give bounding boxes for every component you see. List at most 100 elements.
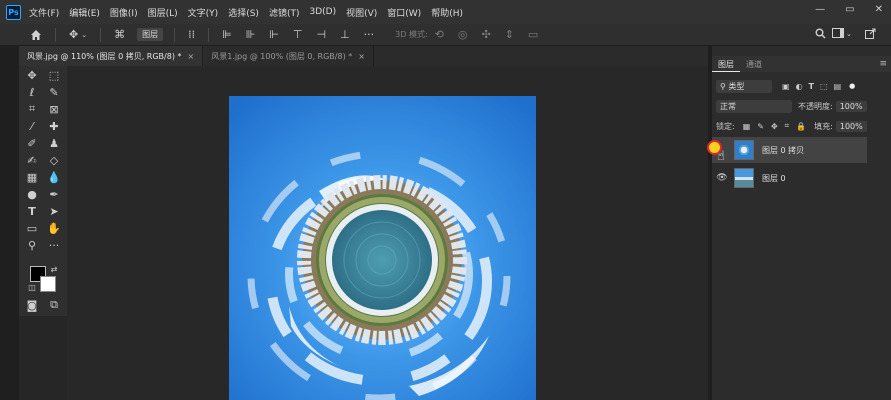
photoshop-logo: Ps [6,4,21,20]
document-canvas[interactable] [229,96,536,400]
search-icon[interactable] [815,28,826,39]
hand-tool-icon[interactable]: ✋ [46,221,62,235]
3d-camera-icon[interactable]: ▭ [528,28,538,41]
lock-position-icon[interactable]: ✥ [771,122,778,131]
align-bottom-icon[interactable]: ⊥ [340,28,350,41]
chevron-down-icon[interactable]: ⌄ [81,31,87,39]
gradient-tool-icon[interactable]: ▦ [24,170,40,184]
filter-shape-icon[interactable]: ⬚ [820,82,828,91]
eraser-tool-icon[interactable]: ◇ [46,153,62,167]
quick-mask-icon[interactable]: ◙ [24,298,40,312]
menu-edit[interactable]: 编辑(E) [69,6,100,19]
crop-tool-icon[interactable]: ⌗ [24,102,40,116]
workspace-icon[interactable] [832,28,844,38]
lock-image-icon[interactable]: ✎ [757,122,764,131]
healing-brush-tool-icon[interactable]: ✚ [46,119,62,133]
layer-row[interactable]: 👁 图层 0 [712,165,867,191]
filter-smart-object-icon[interactable]: ▤ [834,82,842,91]
menu-type[interactable]: 文字(Y) [188,6,219,19]
align-right-icon[interactable]: ⊩ [269,28,279,41]
menu-help[interactable]: 帮助(H) [431,6,463,19]
lock-transparent-icon[interactable]: ▦ [743,122,751,131]
stamp-tool-icon[interactable]: ♟ [46,136,62,150]
menu-view[interactable]: 视图(V) [346,6,377,19]
path-select-tool-icon[interactable]: ➤ [46,204,62,218]
tab-document-1[interactable]: 风景.jpg @ 110% (图层 0 拷贝, RGB/8) * × [19,46,204,66]
more-tools-icon[interactable]: ··· [46,238,62,252]
tab-layers[interactable]: 图层 [712,56,740,72]
align-center-icon[interactable]: ⊪ [246,28,256,41]
menu-layer[interactable]: 图层(L) [148,6,178,19]
swap-colors-icon[interactable]: ⇄ [46,262,62,276]
home-icon[interactable] [30,29,42,41]
close-icon[interactable]: × [188,52,195,61]
filter-adjustment-icon[interactable]: ◐ [796,82,803,91]
close-window-button[interactable]: ✕ [875,4,883,15]
dodge-tool-icon[interactable]: ● [24,187,40,201]
screen-mode-icon[interactable]: ⧉ [46,298,62,312]
quick-select-tool-icon[interactable]: ✎ [46,85,62,99]
share-icon[interactable] [865,28,876,39]
maximize-button[interactable]: ▭ [845,4,854,15]
rectangle-tool-icon[interactable]: ▭ [24,221,40,235]
separator [208,27,210,42]
menu-filter[interactable]: 滤镜(T) [269,6,300,19]
layer-thumbnail [734,168,754,188]
lock-artboard-icon[interactable]: ⌗ [785,121,790,131]
lock-all-icon[interactable]: 🔒 [796,122,806,131]
document-tab-bar: 风景.jpg @ 110% (图层 0 拷贝, RGB/8) * × 风景1.j… [19,46,708,66]
layer-row[interactable]: 图层 0 拷贝 [712,137,867,163]
move-tool-icon[interactable]: ✥ [24,68,40,82]
move-tool-icon[interactable]: ✥ [69,28,78,41]
filter-toggle-icon[interactable]: ● [849,82,855,90]
pen-tool-icon[interactable]: ✒ [46,187,62,201]
blend-opacity-row: 正常 不透明度: 100% [712,97,891,115]
close-icon[interactable]: × [358,52,365,61]
transform-controls-icon[interactable]: ⁞⁞ [188,28,195,41]
separator [55,27,56,42]
panel-menu-icon[interactable]: ≡ [879,59,887,69]
more-options-icon[interactable]: ··· [364,28,375,41]
blend-mode-dropdown[interactable]: 正常 [716,99,792,113]
minimize-button[interactable]: — [815,4,825,15]
3d-pan-icon[interactable]: ✣ [481,28,490,41]
default-colors-icon[interactable]: ◫ [24,280,40,294]
tab-label: 风景.jpg @ 110% (图层 0 拷贝, RGB/8) * [27,51,182,61]
filter-type-icon[interactable]: T [809,82,814,91]
filter-kind-dropdown[interactable]: ⚲ 类型 [716,79,772,93]
frame-tool-icon[interactable]: ⊠ [46,102,62,116]
menu-3d[interactable]: 3D(D) [309,7,336,17]
3d-orbit-icon[interactable]: ⟲ [435,28,444,41]
auto-select-icon[interactable]: ⌘ [114,28,125,41]
menu-file[interactable]: 文件(F) [29,6,59,19]
window-controls: — ▭ ✕ [815,4,883,15]
menu-select[interactable]: 选择(S) [228,6,259,19]
menu-image[interactable]: 图像(I) [110,6,138,19]
lasso-tool-icon[interactable]: ℓ [24,85,40,99]
marquee-tool-icon[interactable]: ⬚ [46,68,62,82]
eyedropper-tool-icon[interactable]: ⁄ [24,119,40,133]
layer-filter-row: ⚲ 类型 ▣ ◐ T ⬚ ▤ ● [712,77,891,95]
chevron-down-icon[interactable]: ⌄ [846,30,852,38]
left-gutter [0,46,19,400]
align-top-icon[interactable]: ⊤ [293,28,303,41]
opacity-field[interactable]: 100% [835,100,867,112]
brush-tool-icon[interactable]: ✐ [24,136,40,150]
background-color-swatch[interactable] [40,276,56,292]
blur-tool-icon[interactable]: 💧 [46,170,62,184]
visibility-icon[interactable]: 👁 [712,173,732,183]
tab-channels[interactable]: 通道 [740,56,768,72]
opacity-label: 不透明度: [798,101,833,111]
tab-document-2[interactable]: 风景1.jpg @ 100% (图层 0, RGB/8) * × [203,46,374,66]
filter-pixel-icon[interactable]: ▣ [782,82,790,91]
history-brush-tool-icon[interactable]: ✍ [24,153,40,167]
fill-field[interactable]: 100% [835,120,867,132]
align-left-icon[interactable]: ⊫ [222,28,232,41]
auto-select-dropdown[interactable]: 图层 [137,28,164,41]
3d-roll-icon[interactable]: ◎ [458,28,468,41]
menu-window[interactable]: 窗口(W) [387,6,421,19]
3d-slide-icon[interactable]: ⇕ [505,28,514,41]
type-tool-icon[interactable]: T [24,204,40,218]
zoom-tool-icon[interactable]: ⚲ [24,238,40,252]
align-middle-icon[interactable]: ⊣ [316,28,326,41]
